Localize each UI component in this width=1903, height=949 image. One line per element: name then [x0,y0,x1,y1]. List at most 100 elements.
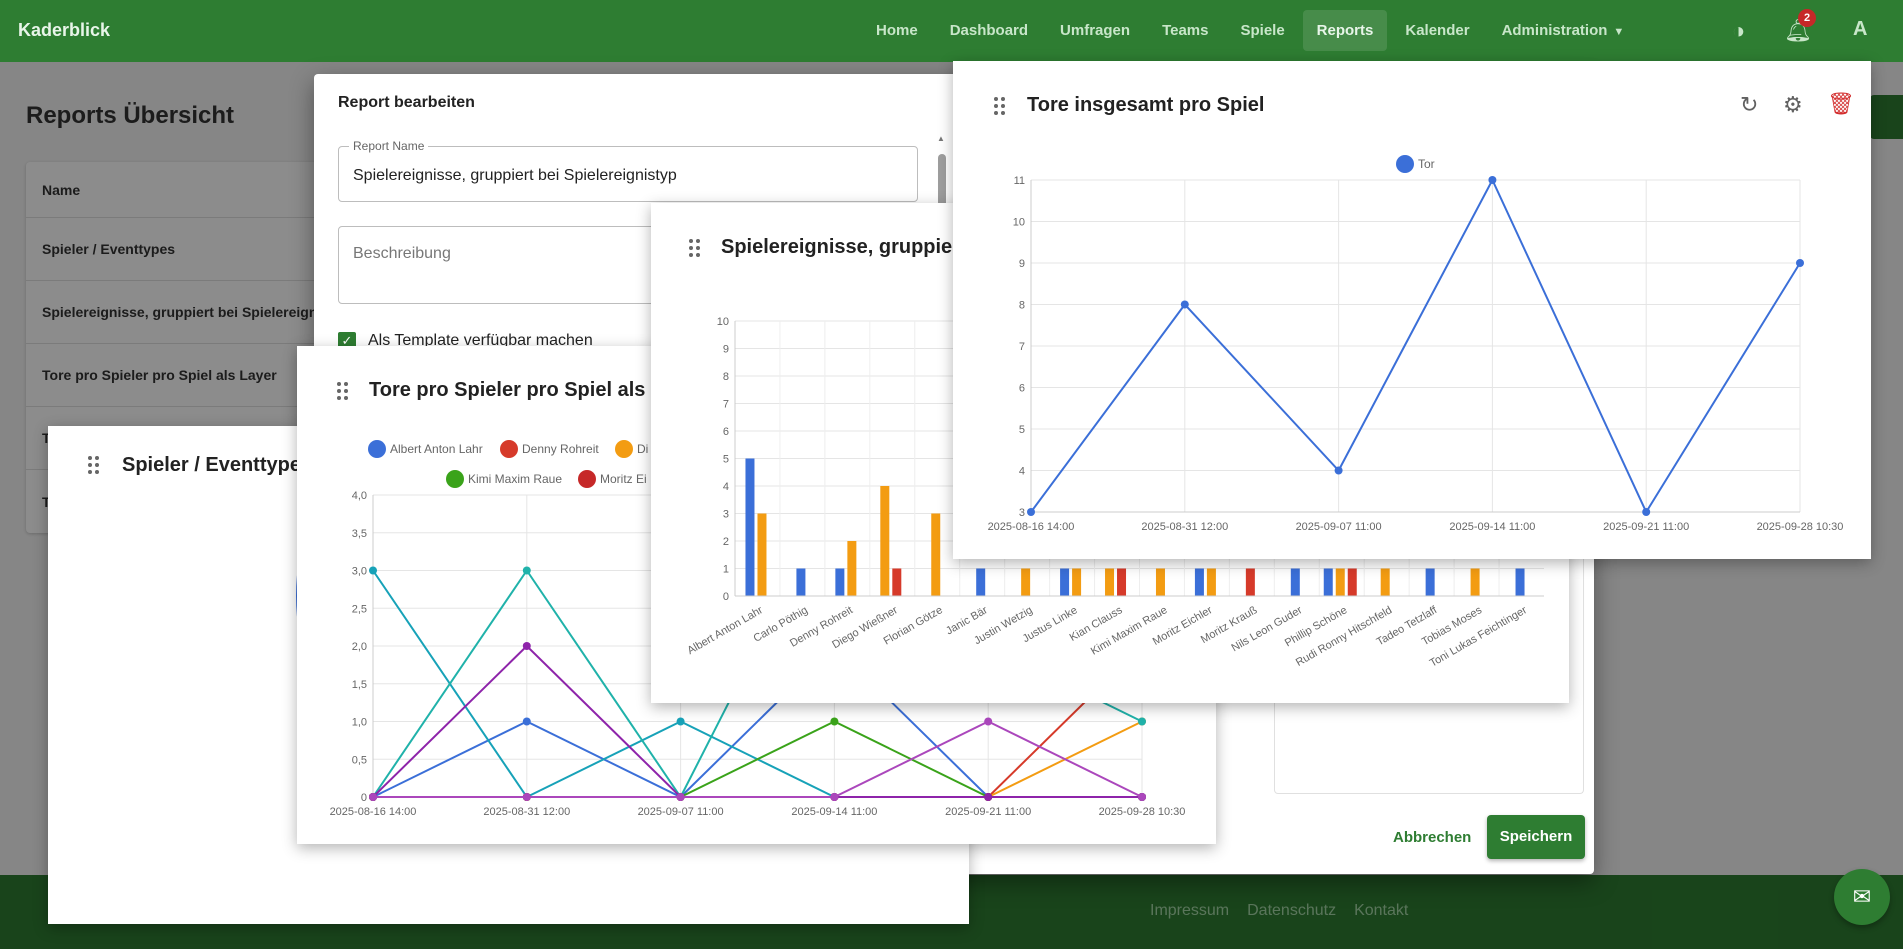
bar [1380,568,1390,596]
y-tick-label: 0 [723,591,729,603]
bar [1425,568,1435,596]
y-tick-label: 8 [723,371,729,383]
x-tick-label: 2025-09-21 11:00 [945,806,1031,818]
data-point [1642,508,1651,516]
nav-dashboard[interactable]: Dashboard [936,10,1042,51]
data-point [369,793,377,801]
legend-label: Denny Rohreit [522,442,599,456]
x-tick-label: Kimi Maxim Raue [1089,604,1170,657]
data-point [522,642,531,650]
avatar[interactable]: A [1853,18,1867,41]
x-tick-label: 2025-08-31 12:00 [1141,521,1228,533]
data-point [369,566,377,575]
bar [892,568,902,596]
legend-swatch [500,440,518,458]
x-tick-label: 2025-09-28 10:30 [1757,521,1844,533]
y-tick-label: 3,0 [352,566,367,578]
data-point [1334,466,1343,475]
bar [1347,568,1357,596]
report-name-field[interactable]: Report Name Spielereignisse, gruppiert b… [338,139,918,202]
x-tick-label: 2025-08-16 14:00 [330,806,417,818]
nav-home[interactable]: Home [862,10,932,51]
brightness-icon[interactable]: ◑ [1732,18,1745,44]
data-point [1488,176,1497,184]
bar [757,513,767,596]
data-point [676,717,685,726]
scroll-up-arrow-icon[interactable]: ▲ [937,134,945,143]
y-tick-label: 5 [1019,424,1025,436]
legend-label: Albert Anton Lahr [390,442,483,456]
line-chart-total: 3 4 5 6 7 8 9 10 11 2025-08-16 14:00 2025-08-31 12… [988,155,1844,533]
brand-logo[interactable]: Kaderblick [18,20,110,41]
data-point [830,793,839,801]
y-tick-label: 2,5 [352,603,367,615]
main-nav: Home Dashboard Umfragen Teams Spiele Rep… [862,10,1638,51]
notification-badge: 2 [1798,9,1816,27]
y-tick-label: 10 [717,316,729,328]
feedback-fab[interactable]: ✉ [1834,869,1890,925]
y-tick-label: 4 [1019,466,1025,478]
data-point [522,793,531,801]
nav-reports[interactable]: Reports [1302,10,1388,51]
y-tick-label: 7 [1019,341,1025,353]
x-tick-label: 2025-09-07 11:00 [1296,521,1382,533]
data-point [1027,508,1035,516]
bar [1105,568,1115,596]
nav-kalender[interactable]: Kalender [1391,10,1483,51]
legend-label: Moritz Ei [600,472,647,486]
nav-umfragen[interactable]: Umfragen [1046,10,1144,51]
report-name-value: Spielereignisse, gruppiert bei Spielerei… [353,167,677,184]
y-tick-label: 0,5 [352,754,367,766]
nav-spiele[interactable]: Spiele [1226,10,1298,51]
bar [976,568,986,596]
bar [1290,568,1300,596]
dialog-title: Report bearbeiten [338,94,475,111]
bar [1072,568,1082,596]
y-tick-label: 6 [1019,383,1025,395]
nav-administration[interactable]: Administration ▼ [1488,10,1639,51]
x-tick-label: 2025-09-28 10:30 [1099,806,1186,818]
bar [1194,568,1204,596]
data-point [984,717,993,726]
data-point [676,793,685,801]
data-point [830,717,839,726]
y-tick-label: 4 [723,481,729,493]
data-point [1138,793,1146,801]
y-tick-label: 9 [1019,258,1025,270]
x-tick-label: 2025-09-14 11:00 [1449,521,1535,533]
y-tick-label: 3 [1019,507,1025,519]
bar [745,458,755,596]
data-point [984,793,993,801]
bar [1515,568,1525,596]
y-tick-label: 1 [723,564,729,576]
bar [880,486,890,596]
legend-swatch [368,440,386,458]
save-button[interactable]: Speichern [1487,815,1585,859]
chevron-down-icon: ▼ [1613,26,1625,38]
legend-label: Di [637,442,648,456]
bar [847,541,857,596]
y-tick-label: 1,0 [352,717,367,729]
data-point [1138,717,1146,726]
cancel-button[interactable]: Abbrechen [1393,829,1471,846]
bar [1245,568,1255,596]
x-tick-label: 2025-08-16 14:00 [988,521,1075,533]
top-app-bar: Kaderblick Home Dashboard Umfragen Teams… [0,0,1903,62]
legend-swatch [615,440,633,458]
legend-label: Tor [1418,157,1435,171]
feedback-icon: ✉ [1852,884,1872,909]
legend-swatch [578,470,596,488]
bar [1335,568,1345,596]
bar [1323,568,1333,596]
bar [1470,568,1480,596]
x-tick-label: 2025-08-31 12:00 [483,806,570,818]
description-placeholder: Beschreibung [353,245,451,262]
y-tick-label: 4,0 [352,490,367,502]
y-tick-label: 9 [723,344,729,356]
y-tick-label: 2,0 [352,641,367,653]
x-tick-label: 2025-09-21 11:00 [1603,521,1689,533]
bar [1021,568,1031,596]
nav-teams[interactable]: Teams [1148,10,1222,51]
nav-administration-label: Administration [1501,22,1608,39]
bar [931,513,941,596]
